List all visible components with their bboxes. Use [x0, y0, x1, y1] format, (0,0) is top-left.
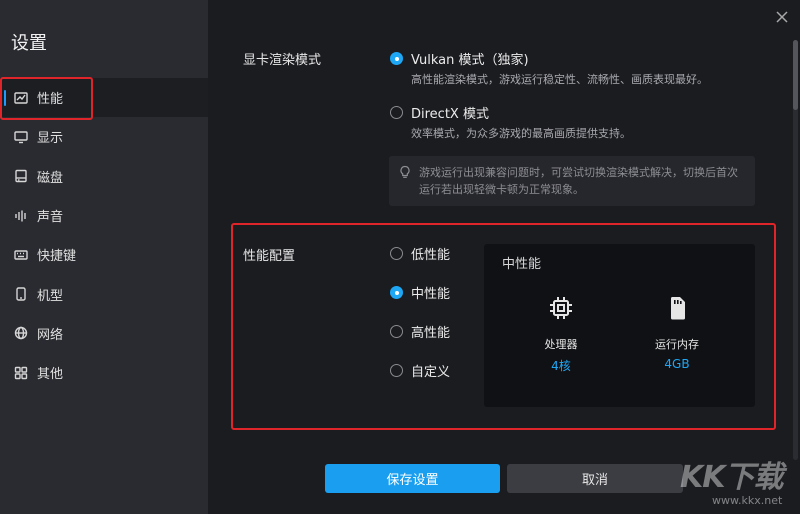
sidebar-item-label: 网络 — [37, 327, 64, 343]
sidebar-item-label: 快捷键 — [37, 249, 77, 265]
sidebar-item-display[interactable]: 显示 — [0, 117, 208, 156]
sidebar-item-label: 磁盘 — [37, 170, 64, 186]
sidebar-item-shortcuts[interactable]: 快捷键 — [0, 235, 208, 274]
radio-dot — [390, 364, 403, 377]
disk-icon — [14, 169, 28, 183]
radio-label: 自定义 — [411, 365, 451, 380]
chart-icon — [14, 91, 28, 105]
performance-card-title: 中性能 — [502, 257, 542, 272]
ram-label: 运行内存 — [655, 338, 699, 351]
render-tip-box: 游戏运行出现兼容问题时，可尝试切换渲染模式解决，切换后首次运行若出现轻微卡顿为正… — [389, 156, 755, 206]
keyboard-icon — [14, 248, 28, 262]
radio-label: 高性能 — [411, 326, 451, 341]
sidebar-item-label: 性能 — [37, 92, 64, 108]
render-mode-label: 显卡渲染模式 — [243, 53, 322, 68]
radio-low-performance[interactable]: 低性能 — [390, 244, 450, 263]
monitor-icon — [14, 130, 28, 144]
sidebar-item-sound[interactable]: 声音 — [0, 196, 208, 235]
sidebar-item-label: 显示 — [37, 131, 64, 147]
sidebar-item-label: 机型 — [37, 288, 64, 304]
radio-dot — [390, 106, 403, 119]
radio-label: 低性能 — [411, 248, 451, 263]
save-settings-button[interactable]: 保存设置 — [325, 464, 500, 493]
render-tip-text: 游戏运行出现兼容问题时，可尝试切换渲染模式解决，切换后首次运行若出现轻微卡顿为正… — [419, 166, 738, 196]
close-button[interactable] — [774, 9, 790, 25]
sidebar-item-label: 声音 — [37, 210, 64, 226]
cancel-button[interactable]: 取消 — [507, 464, 683, 493]
sidebar: 设置 性能 显示 磁盘 声音 快捷键 机型 网络 其他 — [0, 0, 208, 514]
ram-spec: 运行内存 4GB — [632, 292, 722, 371]
lightbulb-icon — [398, 165, 412, 179]
cpu-chip-icon — [545, 292, 577, 324]
radio-dot — [390, 52, 403, 65]
radio-dot — [390, 325, 403, 338]
vulkan-description: 高性能渲染模式，游戏运行稳定性、流畅性、画质表现最好。 — [411, 73, 708, 86]
sidebar-item-network[interactable]: 网络 — [0, 314, 208, 353]
directx-description: 效率模式，为众多游戏的最高画质提供支持。 — [411, 127, 631, 140]
radio-custom-performance[interactable]: 自定义 — [390, 361, 450, 380]
memory-card-icon — [661, 292, 693, 324]
grid-icon — [14, 366, 28, 380]
radio-dot — [390, 286, 403, 299]
phone-icon — [14, 287, 28, 301]
scrollbar[interactable] — [793, 40, 798, 460]
sidebar-item-label: 其他 — [37, 367, 64, 383]
radio-dot — [390, 247, 403, 260]
sidebar-item-performance[interactable]: 性能 — [0, 78, 208, 118]
ram-value: 4GB — [664, 357, 690, 371]
performance-config-label: 性能配置 — [243, 249, 296, 264]
radio-directx[interactable]: DirectX 模式 — [390, 103, 489, 122]
radio-high-performance[interactable]: 高性能 — [390, 322, 450, 341]
cpu-spec: 处理器 4核 — [516, 292, 606, 374]
radio-vulkan[interactable]: Vulkan 模式（独家) — [390, 49, 529, 68]
radio-medium-performance[interactable]: 中性能 — [390, 283, 450, 302]
radio-label: DirectX 模式 — [411, 107, 489, 122]
sidebar-title: 设置 — [11, 33, 47, 54]
scrollbar-thumb[interactable] — [793, 40, 798, 110]
sidebar-item-model[interactable]: 机型 — [0, 274, 208, 313]
close-icon — [776, 11, 788, 23]
sidebar-item-other[interactable]: 其他 — [0, 353, 208, 392]
sound-wave-icon — [14, 209, 28, 223]
radio-label: 中性能 — [411, 287, 451, 302]
radio-label: Vulkan 模式（独家) — [411, 53, 529, 68]
sidebar-nav: 性能 显示 磁盘 声音 快捷键 机型 网络 其他 — [0, 78, 208, 392]
cpu-value: 4核 — [551, 359, 571, 373]
performance-summary-card: 中性能 处理器 4核 运行内存 4GB — [484, 244, 755, 407]
cpu-label: 处理器 — [544, 338, 578, 351]
sidebar-item-disk[interactable]: 磁盘 — [0, 157, 208, 196]
globe-icon — [14, 326, 28, 340]
